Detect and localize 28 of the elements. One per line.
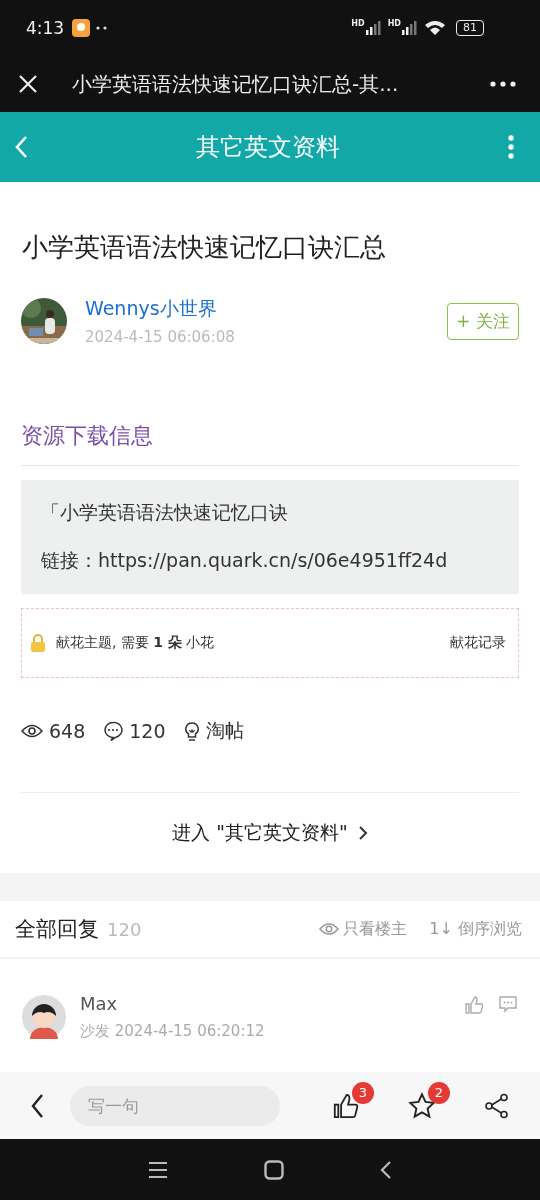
like-count-badge: 3 (352, 1081, 374, 1104)
reply-meta: 沙发 2024-4-15 06:20:12 (80, 1022, 265, 1041)
post-time: 2024-4-15 06:06:08 (85, 328, 236, 346)
network-type-label: HD (351, 18, 365, 28)
reverse-order-button[interactable]: 1↓ 倒序浏览 (429, 918, 522, 940)
battery-indicator: 81 (456, 20, 484, 36)
resource-line: 「小学英语语法快速记忆口诀 (41, 500, 289, 525)
author-name[interactable]: Wennys小世界 (85, 296, 430, 322)
replies-title: 全部回复 (15, 916, 99, 943)
post-title: 小学英语语法快速记忆口诀汇总 (22, 231, 387, 264)
reply-author[interactable]: Max (80, 993, 265, 1014)
favorite-count-badge: 2 (428, 1081, 450, 1104)
stat-value: 120 (129, 720, 166, 742)
owner-only-button[interactable]: 只看楼主 (319, 918, 408, 940)
section-title: 资源下载信息 (21, 421, 519, 466)
gift-record-link[interactable]: 献花记录 (450, 634, 506, 652)
resource-line: 链接：https://pan.quark.cn/s/06e4951ff24d (41, 548, 449, 573)
reply-count: 120 (107, 918, 142, 940)
forum-link[interactable]: 进入 "其它英文资料" (21, 793, 519, 873)
follow-button[interactable]: + 关注 (447, 302, 519, 340)
forum-title: 其它英文资料 (195, 132, 341, 163)
comment-input[interactable]: 写一句 (70, 1085, 280, 1126)
clock: 4:13 (26, 18, 65, 38)
page-title: 小学英语语法快速记忆口诀汇总-其... (71, 70, 400, 98)
gift-notice: 献花主题, 需要 1 朵 小花 (56, 634, 215, 652)
network-type-label: HD (387, 18, 401, 28)
stat-value: 淘帖 (205, 718, 244, 743)
stat-value: 648 (49, 720, 86, 742)
